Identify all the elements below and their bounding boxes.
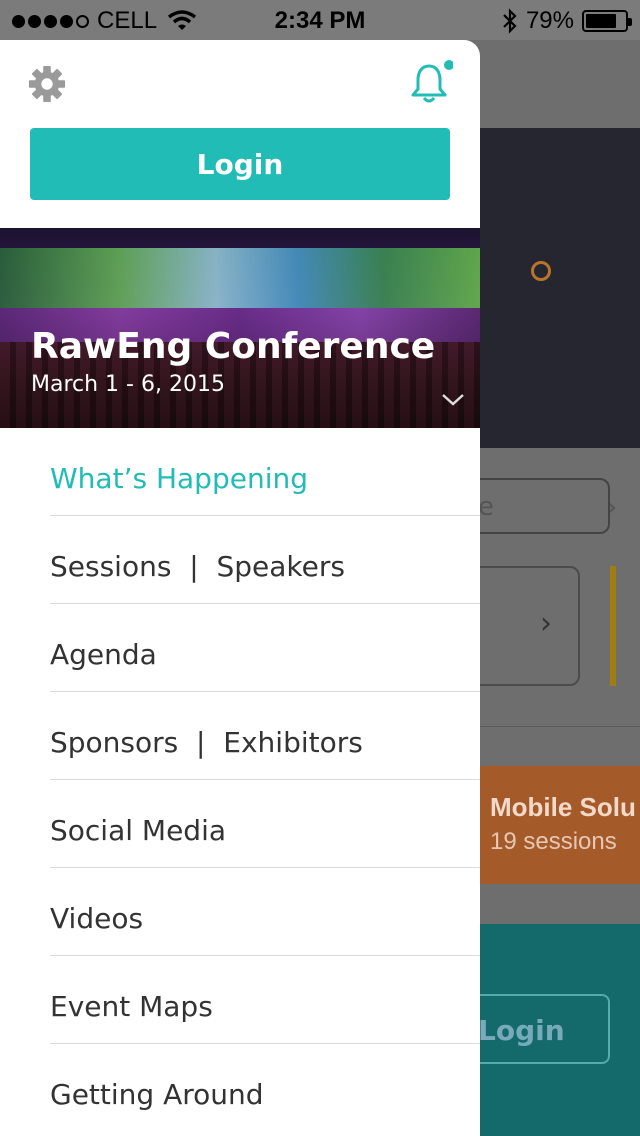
bluetooth-icon [503,8,517,34]
background-login-panel: Login [480,924,640,1136]
track-title: Mobile Solu [490,792,636,822]
background-app: › e › Mobile Solu 19 sessions Login [480,40,640,1136]
menu-item-label: Agenda [50,638,157,671]
background-hero: › [480,128,640,523]
bell-icon[interactable] [409,60,453,106]
login-button[interactable]: Login [30,128,450,200]
battery-icon [582,10,632,32]
drawer-header: Login [0,40,480,228]
menu-item-social-media[interactable]: Social Media [0,780,480,868]
menu-item-label: Sessions | Speakers [50,550,345,583]
track-count: 19 sessions [490,828,617,855]
status-bar: CELL 2:34 PM 79% [0,0,640,40]
background-search: e [480,478,610,534]
menu-item-sponsors-exhibitors[interactable]: Sponsors | Exhibitors [0,692,480,780]
menu-item-agenda[interactable]: Agenda [0,604,480,692]
event-banner[interactable]: RawEng Conference March 1 - 6, 2015 [0,228,480,428]
gear-icon[interactable] [28,65,66,103]
battery-level-fill [586,14,617,28]
navigation-drawer: Login RawEng Conference March 1 - 6, 201… [0,40,480,1136]
menu-item-event-maps[interactable]: Event Maps [0,956,480,1044]
background-track-card: Mobile Solu 19 sessions [480,766,640,884]
menu-item-label: Event Maps [50,990,213,1023]
event-title: RawEng Conference [31,326,436,367]
battery-percent: 79% [525,7,574,34]
menu-item-label: Getting Around [50,1078,264,1111]
status-right: 79% [502,7,632,35]
menu-item-label: Videos [50,902,144,935]
background-login-button: Login [480,994,610,1064]
menu-item-label: Social Media [50,814,227,847]
menu-item-sessions-speakers[interactable]: Sessions | Speakers [0,516,480,604]
menu-item-whats-happening[interactable]: What’s Happening [0,428,480,516]
chevron-down-icon[interactable] [440,392,466,408]
menu-item-videos[interactable]: Videos [0,868,480,956]
menu-item-label: What’s Happening [50,462,308,495]
menu-item-label: Sponsors | Exhibitors [50,726,363,759]
notification-dot [444,60,453,70]
menu-item-getting-around[interactable]: Getting Around [0,1044,480,1132]
event-dates: March 1 - 6, 2015 [31,372,225,397]
chevron-right-icon: › [540,606,552,641]
drawer-menu: What’s Happening Sessions | Speakers Age… [0,428,480,1132]
background-card: › [480,566,580,686]
